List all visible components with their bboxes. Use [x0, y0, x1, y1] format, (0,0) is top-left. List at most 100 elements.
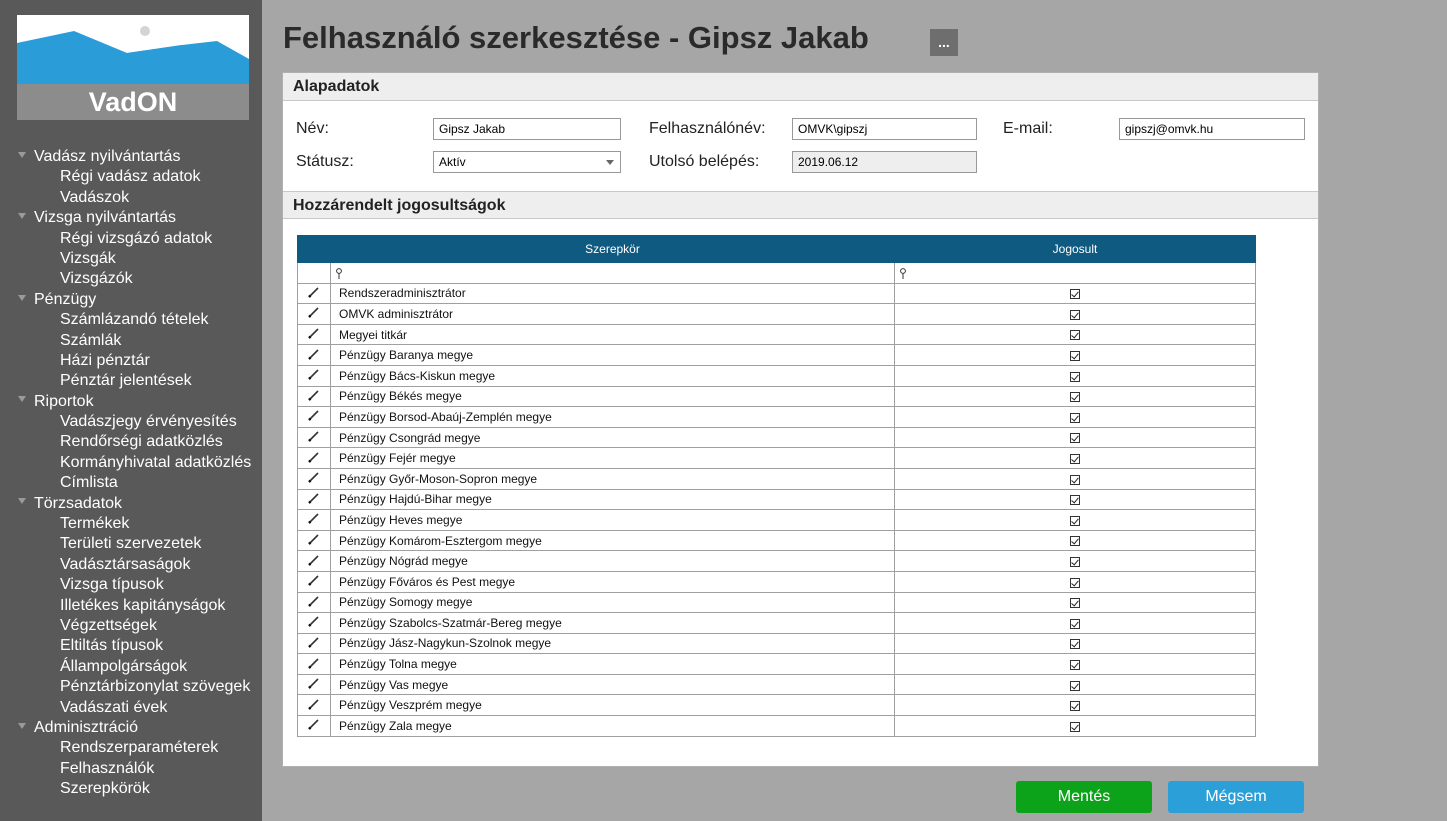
column-header-authorized[interactable]: Jogosult: [894, 235, 1256, 263]
pencil-icon[interactable]: [307, 656, 321, 670]
pencil-icon[interactable]: [307, 635, 321, 649]
nav-group-header[interactable]: Vadász nyilvántartás: [0, 147, 262, 167]
name-field[interactable]: Gipsz Jakab: [433, 118, 621, 140]
sidebar-nav-item[interactable]: Rendőrségi adatközlés: [0, 432, 262, 452]
nav-group-header[interactable]: Törzsadatok: [0, 494, 262, 514]
authorized-checkbox[interactable]: [1070, 556, 1080, 567]
sidebar-nav-item[interactable]: Állampolgárságok: [0, 657, 262, 677]
authorized-checkbox[interactable]: [1070, 721, 1080, 732]
nav-group-header[interactable]: Riportok: [0, 392, 262, 412]
authorized-checkbox[interactable]: [1070, 701, 1080, 712]
sidebar-nav-item[interactable]: Végzettségek: [0, 616, 262, 636]
authorized-checkbox[interactable]: [1070, 453, 1080, 464]
filter-icon[interactable]: [335, 267, 343, 280]
authorized-checkbox[interactable]: [1070, 680, 1080, 691]
pencil-icon[interactable]: [307, 676, 321, 690]
authorized-checkbox[interactable]: [1070, 515, 1080, 526]
authorized-checkbox[interactable]: [1070, 474, 1080, 485]
authorized-checkbox[interactable]: [1070, 495, 1080, 506]
pencil-icon[interactable]: [307, 326, 321, 340]
authorized-checkbox[interactable]: [1070, 659, 1080, 670]
edit-cell[interactable]: [297, 529, 331, 552]
edit-cell[interactable]: [297, 653, 331, 675]
sidebar-nav-item[interactable]: Rendszerparaméterek: [0, 738, 262, 758]
sidebar-nav-item[interactable]: Vadászok: [0, 188, 262, 208]
edit-cell[interactable]: [297, 282, 331, 305]
sidebar-nav-item[interactable]: Számlák: [0, 331, 262, 351]
sidebar-nav-item[interactable]: Eltiltás típusok: [0, 636, 262, 656]
pencil-icon[interactable]: [307, 285, 321, 299]
cancel-button[interactable]: Mégsem: [1168, 781, 1304, 813]
sidebar-nav-item[interactable]: Kormányhivatal adatközlés: [0, 453, 262, 473]
nav-group-header[interactable]: Pénzügy: [0, 290, 262, 310]
username-field[interactable]: OMVK\gipszj: [792, 118, 977, 140]
authorized-checkbox[interactable]: [1070, 289, 1080, 300]
pencil-icon[interactable]: [307, 388, 321, 402]
sidebar-nav-item[interactable]: Szerepkörök: [0, 779, 262, 799]
authorized-checkbox[interactable]: [1070, 577, 1080, 588]
authorized-checkbox[interactable]: [1070, 392, 1080, 403]
sidebar-nav-item[interactable]: Régi vadász adatok: [0, 167, 262, 187]
pencil-icon[interactable]: [307, 594, 321, 608]
status-select[interactable]: Aktív: [433, 151, 621, 173]
edit-cell[interactable]: [297, 673, 331, 696]
edit-cell[interactable]: [297, 591, 331, 614]
pencil-icon[interactable]: [307, 367, 321, 381]
edit-cell[interactable]: [297, 632, 331, 655]
authorized-checkbox[interactable]: [1070, 371, 1080, 382]
pencil-icon[interactable]: [307, 470, 321, 484]
sidebar-nav-item[interactable]: Régi vizsgázó adatok: [0, 229, 262, 249]
authorized-checkbox[interactable]: [1070, 433, 1080, 444]
sidebar-nav-item[interactable]: Pénztár jelentések: [0, 371, 262, 391]
save-button[interactable]: Mentés: [1016, 781, 1152, 813]
sidebar-nav-item[interactable]: Vizsgázók: [0, 269, 262, 289]
filter-icon[interactable]: [899, 267, 907, 280]
pencil-icon[interactable]: [307, 347, 321, 361]
sidebar-nav-item[interactable]: Vadásztársaságok: [0, 555, 262, 575]
edit-cell[interactable]: [297, 509, 331, 531]
pencil-icon[interactable]: [307, 408, 321, 422]
nav-group-header[interactable]: Vizsga nyilvántartás: [0, 208, 262, 228]
edit-cell[interactable]: [297, 447, 331, 469]
edit-cell[interactable]: [297, 488, 331, 511]
edit-cell[interactable]: [297, 385, 331, 408]
edit-cell[interactable]: [297, 344, 331, 366]
sidebar-nav-item[interactable]: Vizsga típusok: [0, 575, 262, 595]
pencil-icon[interactable]: [307, 511, 321, 525]
sidebar-nav-item[interactable]: Vadászjegy érvényesítés: [0, 412, 262, 432]
pencil-icon[interactable]: [307, 532, 321, 546]
authorized-checkbox[interactable]: [1070, 330, 1080, 341]
pencil-icon[interactable]: [307, 573, 321, 587]
authorized-checkbox[interactable]: [1070, 598, 1080, 609]
sidebar-nav-item[interactable]: Vizsgák: [0, 249, 262, 269]
nav-group-header[interactable]: Adminisztráció: [0, 718, 262, 738]
authorized-checkbox[interactable]: [1070, 351, 1080, 361]
edit-cell[interactable]: [297, 426, 331, 449]
sidebar-nav-item[interactable]: Házi pénztár: [0, 351, 262, 371]
role-filter[interactable]: [330, 262, 895, 284]
column-header-role[interactable]: Szerepkör: [330, 235, 895, 263]
sidebar-nav-item[interactable]: Számlázandó tételek: [0, 310, 262, 330]
edit-cell[interactable]: [297, 570, 331, 593]
pencil-icon[interactable]: [307, 491, 321, 505]
pencil-icon[interactable]: [307, 614, 321, 628]
edit-cell[interactable]: [297, 406, 331, 428]
sidebar-nav-item[interactable]: Felhasználók: [0, 759, 262, 779]
sidebar-nav-item[interactable]: Illetékes kapitányságok: [0, 596, 262, 616]
sidebar-nav-item[interactable]: Területi szervezetek: [0, 534, 262, 554]
pencil-icon[interactable]: [307, 717, 321, 731]
sidebar-nav-item[interactable]: Pénztárbizonylat szövegek: [0, 677, 262, 697]
sidebar-nav-item[interactable]: Vadászati évek: [0, 698, 262, 718]
edit-cell[interactable]: [297, 303, 331, 325]
authorized-checkbox[interactable]: [1070, 618, 1080, 629]
sidebar-nav-item[interactable]: Címlista: [0, 473, 262, 493]
authorized-checkbox[interactable]: [1070, 412, 1080, 423]
edit-cell[interactable]: [297, 550, 331, 572]
pencil-icon[interactable]: [307, 697, 321, 711]
authorized-checkbox[interactable]: [1070, 309, 1080, 320]
edit-cell[interactable]: [297, 715, 331, 737]
edit-cell[interactable]: [297, 612, 331, 634]
authorized-checkbox[interactable]: [1070, 639, 1080, 650]
pencil-icon[interactable]: [307, 450, 321, 464]
sidebar-nav-item[interactable]: Termékek: [0, 514, 262, 534]
